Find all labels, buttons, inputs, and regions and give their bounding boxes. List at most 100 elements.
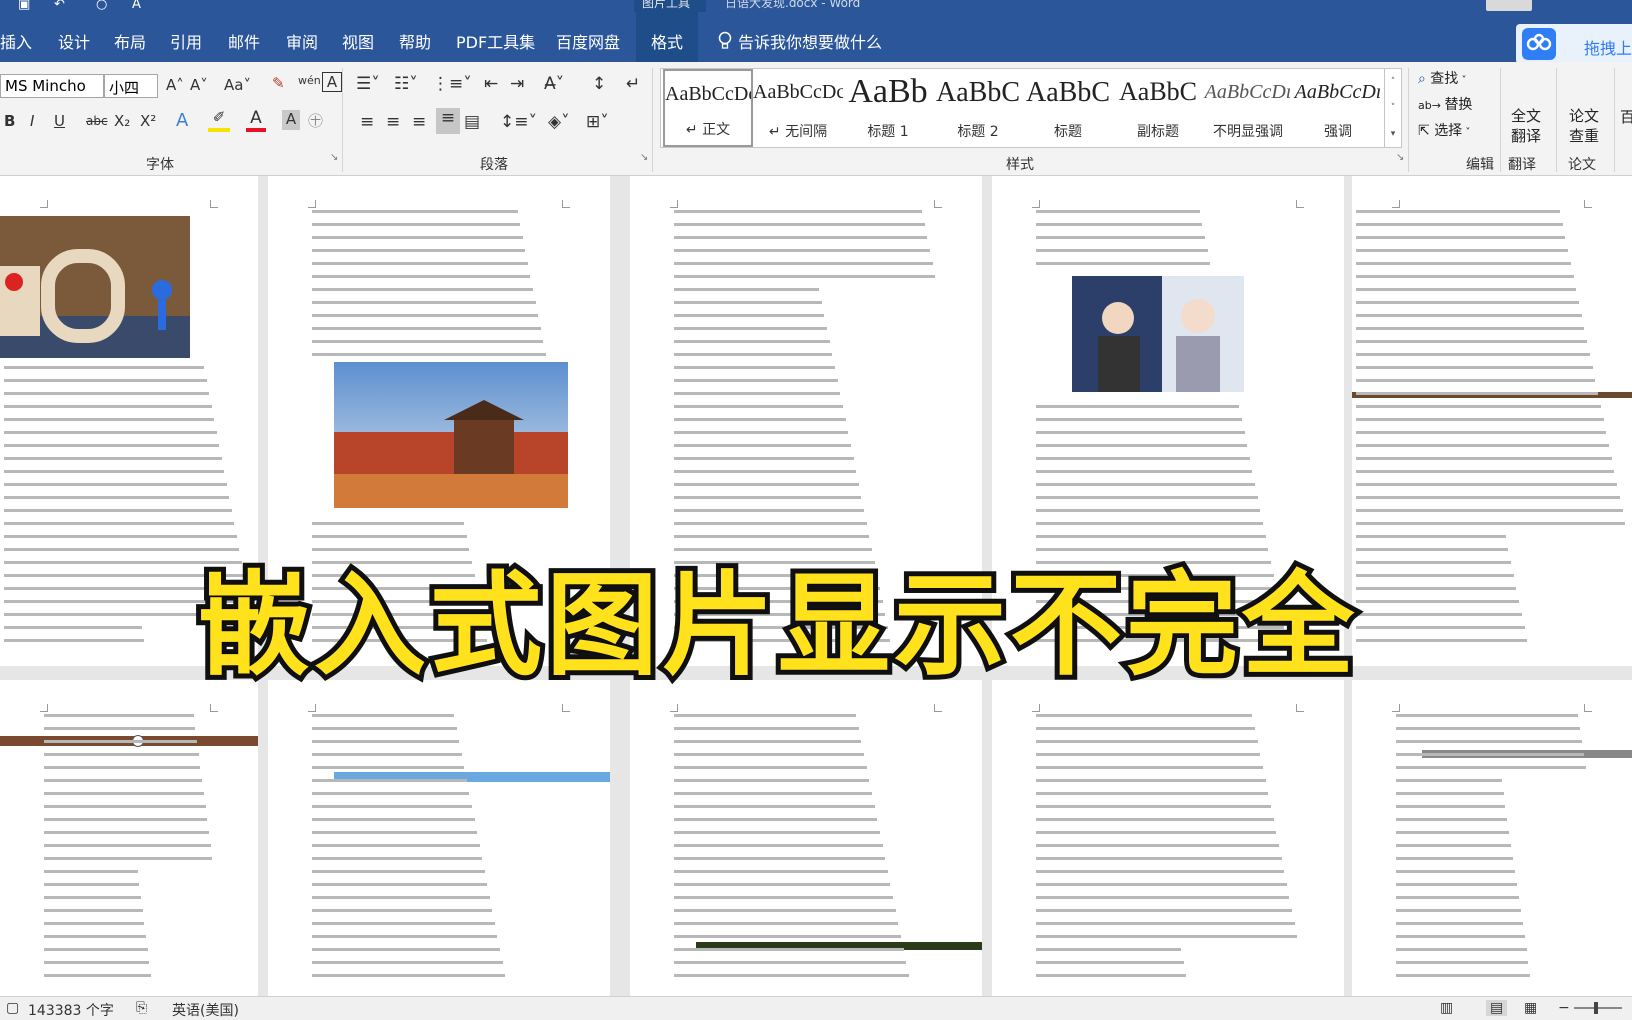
word-count[interactable]: 143383 个字 xyxy=(28,1000,114,1020)
asian-layout-icon[interactable]: A̶˅ xyxy=(544,74,564,94)
zoom-slider-thumb[interactable] xyxy=(1594,1002,1598,1014)
page[interactable] xyxy=(630,680,982,996)
text-line xyxy=(674,948,904,951)
multilevel-list-icon[interactable]: ⋮≡˅ xyxy=(432,74,472,94)
increase-indent-icon[interactable]: ⇥ xyxy=(510,74,524,94)
superscript-button[interactable]: X² xyxy=(140,112,156,130)
text-line xyxy=(312,210,518,213)
font-color-button[interactable]: A xyxy=(246,108,266,132)
font-a-icon[interactable]: A xyxy=(132,0,141,12)
page[interactable] xyxy=(268,680,610,996)
web-layout-icon[interactable]: ▦ xyxy=(1524,1000,1537,1016)
text-line xyxy=(674,766,867,769)
print-layout-icon[interactable]: ▤ xyxy=(1486,1000,1508,1016)
shrink-font-icon[interactable]: A˅ xyxy=(190,76,208,94)
grow-font-icon[interactable]: A˄ xyxy=(166,76,184,94)
style-heading-1[interactable]: AaBb 标题 1 xyxy=(843,69,933,147)
text-line xyxy=(44,974,152,977)
more-ribbon-button[interactable]: 百 xyxy=(1620,106,1632,127)
enclose-char-icon[interactable]: ㊉ xyxy=(308,110,323,131)
login-button[interactable] xyxy=(1486,0,1532,11)
italic-button[interactable]: I xyxy=(30,112,34,130)
tab-format[interactable]: 格式 xyxy=(636,12,699,62)
change-case-icon[interactable]: Aa˅ xyxy=(224,76,251,94)
tab-pdf-tools[interactable]: PDF工具集 xyxy=(456,29,535,53)
show-marks-icon[interactable]: ↵ xyxy=(626,74,640,94)
tab-insert[interactable]: 插入 xyxy=(0,29,32,53)
char-border-icon[interactable]: A xyxy=(322,72,342,92)
style-emphasis[interactable]: AaBbCcDı 强调 xyxy=(1293,69,1383,147)
save-icon[interactable]: ▣ xyxy=(18,0,30,12)
style-no-spacing[interactable]: AaBbCcDc ↵ 无间隔 xyxy=(753,69,843,147)
underline-button[interactable]: U xyxy=(54,112,65,130)
paper-check-button[interactable]: 论文查重 xyxy=(1564,106,1604,146)
text-line xyxy=(1356,509,1623,512)
text-effects-button[interactable]: A xyxy=(176,110,188,131)
clear-format-icon[interactable]: ✎ xyxy=(272,74,285,92)
subscript-button[interactable]: X₂ xyxy=(114,112,130,130)
text-line xyxy=(1036,961,1184,964)
decrease-indent-icon[interactable]: ⇤ xyxy=(484,74,498,94)
page[interactable] xyxy=(992,680,1344,996)
borders-icon[interactable]: ⊞˅ xyxy=(586,112,609,132)
page[interactable] xyxy=(1352,680,1632,996)
font-name-select[interactable]: MS Mincho xyxy=(0,74,104,98)
tab-design[interactable]: 设计 xyxy=(58,29,90,53)
replace-button[interactable]: ab→ 替换 xyxy=(1418,94,1472,114)
text-line xyxy=(4,509,232,512)
styles-dialog-launcher-icon[interactable]: ↘ xyxy=(1396,152,1404,163)
numbering-icon[interactable]: ☷˅ xyxy=(394,74,418,94)
text-line xyxy=(674,792,872,795)
read-mode-icon[interactable]: ▥ xyxy=(1440,1000,1453,1016)
tab-layout[interactable]: 布局 xyxy=(114,29,146,53)
tab-view[interactable]: 视图 xyxy=(342,29,374,53)
font-dialog-launcher-icon[interactable]: ↘ xyxy=(330,152,338,163)
find-button[interactable]: ⌕ 查找 ˅ xyxy=(1418,68,1466,88)
sort-icon[interactable]: ↕ xyxy=(592,74,606,94)
redo-icon[interactable]: ○ xyxy=(96,0,107,12)
crop-mark xyxy=(934,704,942,712)
justify-icon[interactable]: ≡ xyxy=(436,108,460,134)
phonetic-guide-icon[interactable]: wén xyxy=(298,74,321,87)
page[interactable] xyxy=(0,680,258,996)
char-shading-icon[interactable]: A xyxy=(282,110,300,130)
styles-scroll[interactable]: ˄ ˅ ▾ xyxy=(1384,68,1402,148)
divider xyxy=(1500,68,1501,172)
tab-mailings[interactable]: 邮件 xyxy=(228,29,260,53)
page-icon[interactable]: ▢ xyxy=(6,1000,19,1016)
tab-help[interactable]: 帮助 xyxy=(399,29,431,53)
bullets-icon[interactable]: ☰˅ xyxy=(356,74,380,94)
style-subtle-emphasis[interactable]: AaBbCcDı 不明显强调 xyxy=(1203,69,1293,147)
style-title[interactable]: AaBbC 标题 xyxy=(1023,69,1113,147)
undo-icon[interactable]: ↶ xyxy=(54,0,65,12)
proofing-icon[interactable]: ⎘ xyxy=(136,1000,147,1016)
font-size-select[interactable]: 小四 xyxy=(104,74,158,98)
style-subtitle[interactable]: AaBbC 副标题 xyxy=(1113,69,1203,147)
text-line xyxy=(4,444,219,447)
language-indicator[interactable]: 英语(美国) xyxy=(172,1000,239,1020)
styles-group-label: 样式 xyxy=(1006,157,1034,173)
full-text-translate-button[interactable]: 全文翻译 xyxy=(1506,106,1546,146)
tab-review[interactable]: 审阅 xyxy=(286,29,318,53)
align-center-icon[interactable]: ≡ xyxy=(386,112,400,132)
tab-baidu-netdisk[interactable]: 百度网盘 xyxy=(556,29,620,53)
shading-icon[interactable]: ◈˅ xyxy=(548,112,570,132)
align-right-icon[interactable]: ≡ xyxy=(412,112,426,132)
baidu-upload-button[interactable]: 拖拽上 xyxy=(1516,24,1632,64)
highlight-icon[interactable]: ✐ xyxy=(208,108,230,132)
style-normal[interactable]: AaBbCcDc ↵ 正文 xyxy=(663,69,753,147)
zoom-slider[interactable] xyxy=(1574,1007,1622,1009)
text-line xyxy=(1036,431,1245,434)
line-spacing-icon[interactable]: ↕≡˅ xyxy=(500,112,537,132)
style-sample: AaBbC xyxy=(936,77,1020,108)
tab-references[interactable]: 引用 xyxy=(170,29,202,53)
bold-button[interactable]: B xyxy=(4,112,15,130)
distributed-icon[interactable]: ▤ xyxy=(464,112,480,132)
zoom-out-icon[interactable]: − xyxy=(1558,1000,1570,1016)
tell-me-search[interactable]: 告诉我你想要做什么 xyxy=(718,29,882,53)
paragraph-dialog-launcher-icon[interactable]: ↘ xyxy=(640,152,648,163)
style-heading-2[interactable]: AaBbC 标题 2 xyxy=(933,69,1023,147)
align-left-icon[interactable]: ≡ xyxy=(360,112,374,132)
select-button[interactable]: ⇱ 选择 ˅ xyxy=(1418,120,1470,140)
strikethrough-button[interactable]: abc xyxy=(86,114,108,128)
